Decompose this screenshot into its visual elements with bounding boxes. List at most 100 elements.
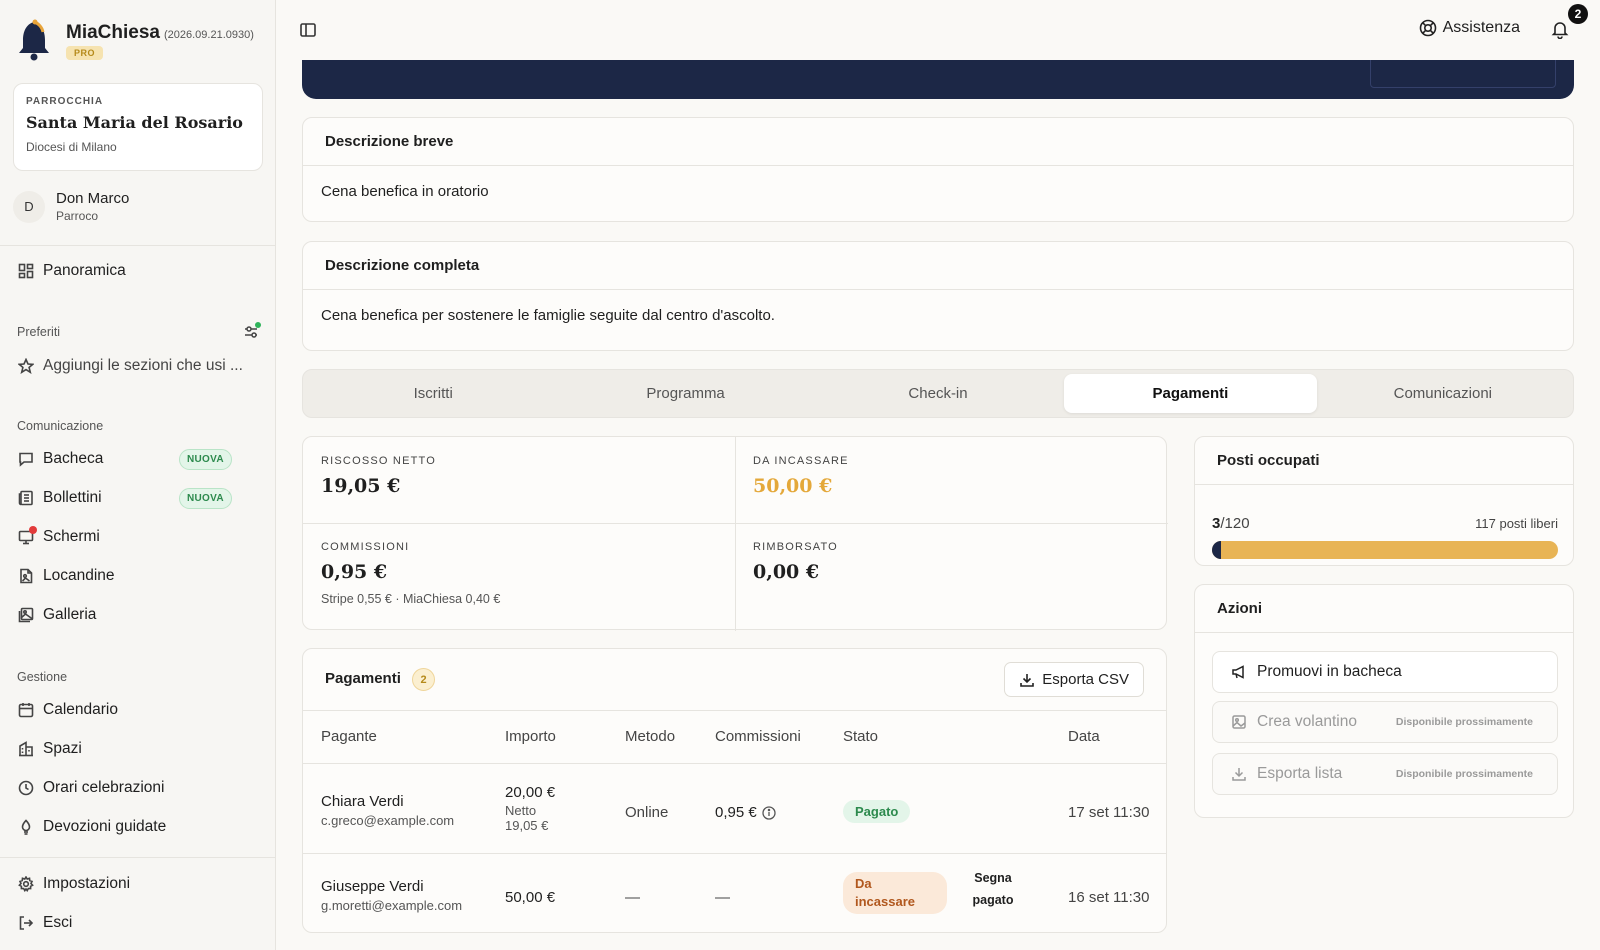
nav-esci-label: Esci <box>43 914 73 931</box>
info-icon[interactable] <box>762 805 776 820</box>
payer-cell: Giuseppe Verdi g.moretti@example.com <box>321 878 462 913</box>
seats-title: Posti occupati <box>1195 437 1573 485</box>
net-label: Netto <box>505 803 537 818</box>
payments-count-badge: 2 <box>412 668 435 691</box>
amount-cell: 20,00 € Netto 19,05 € <box>505 784 555 833</box>
export-csv-button[interactable]: Esporta CSV <box>1004 662 1144 697</box>
nav-orari-celebrazioni[interactable]: Orari celebrazioni <box>17 779 164 797</box>
user-role: Parroco <box>56 209 99 223</box>
stat-net-label: RISCOSSO NETTO <box>321 455 436 467</box>
bell-logo-icon <box>19 19 49 61</box>
nav-impostazioni[interactable]: Impostazioni <box>17 875 130 893</box>
fee-value: — <box>715 889 730 906</box>
net-value: 19,05 € <box>505 818 549 833</box>
new-badge: NUOVA <box>179 449 232 470</box>
column-header-date: Data <box>1068 728 1100 745</box>
tab-check-in[interactable]: Check-in <box>812 374 1064 413</box>
payments-title: Pagamenti <box>325 670 401 687</box>
payer-email: g.moretti@example.com <box>321 898 463 913</box>
parish-card[interactable]: PARROCCHIA Santa Maria del Rosario Dioce… <box>13 83 263 171</box>
seats-progress-fill <box>1212 541 1221 559</box>
nav-impostazioni-label: Impostazioni <box>43 875 131 892</box>
date-value: 17 set 11:30 <box>1068 804 1150 821</box>
actions-card: Azioni Promuovi in bacheca Crea volantin… <box>1194 584 1574 818</box>
method-value: Online <box>625 804 669 821</box>
payment-stats: RISCOSSO NETTO 19,05 € DA INCASSARE 50,0… <box>302 436 1168 631</box>
nav-calendario[interactable]: Calendario <box>17 701 118 719</box>
nav-schermi[interactable]: Schermi <box>17 525 100 546</box>
nav-add-favorites[interactable]: Aggiungi le sezioni che usi ... <box>17 357 243 375</box>
help-label: Assistenza <box>1442 19 1520 36</box>
amount-value: 50,00 € <box>505 889 556 906</box>
nav-esci[interactable]: Esci <box>17 914 72 932</box>
seats-card: Posti occupati 3/120 117 posti liberi <box>1194 436 1574 566</box>
avatar: D <box>13 190 45 223</box>
column-header-status: Stato <box>843 728 879 745</box>
message-icon <box>17 451 34 468</box>
divider <box>303 853 1166 854</box>
payer-email: c.greco@example.com <box>321 813 455 828</box>
star-icon <box>17 358 34 375</box>
user-name: Don Marco <box>56 190 130 207</box>
create-flyer-button[interactable]: Crea volantino Disponibile prossimamente <box>1212 701 1558 743</box>
sidebar-toggle-icon[interactable] <box>299 21 317 39</box>
nav-overview[interactable]: Panoramica <box>17 262 126 280</box>
parish-name: Santa Maria del Rosario <box>26 113 243 132</box>
method-value: — <box>625 889 640 906</box>
tab-pagamenti[interactable]: Pagamenti <box>1064 374 1317 413</box>
sidebar: MiaChiesa (2026.09.21.0930) PRO PARROCCHI… <box>0 0 276 950</box>
seats-total: /120 <box>1220 515 1250 532</box>
stat-fees: COMMISSIONI 0,95 € Stripe 0,55 € · MiaCh… <box>303 523 518 624</box>
user-profile[interactable]: D Don Marco Parroco <box>13 190 129 223</box>
nav-locandine[interactable]: Locandine <box>17 567 115 585</box>
lifebuoy-icon <box>1419 19 1436 37</box>
nav-galleria-label: Galleria <box>43 606 97 623</box>
notification-count-badge: 2 <box>1568 4 1588 24</box>
amount-value: 20,00 € <box>505 784 556 801</box>
nav-add-favorites-label: Aggiungi le sezioni che usi ... <box>43 357 243 374</box>
payments-card: Pagamenti 2 Esporta CSV Pagante Importo … <box>302 648 1167 933</box>
building-icon <box>17 741 34 758</box>
short-description-card: Descrizione breve Cena benefica in orato… <box>302 117 1574 222</box>
payer-cell: Chiara Verdi c.greco@example.com <box>321 793 454 828</box>
customize-favorites-icon[interactable] <box>243 322 261 340</box>
brand[interactable]: MiaChiesa (2026.09.21.0930) PRO <box>16 18 254 62</box>
promote-label: Promuovi in bacheca <box>1257 663 1402 680</box>
payments-header: Pagamenti 2 Esporta CSV <box>303 649 1166 711</box>
nav-spazi[interactable]: Spazi <box>17 740 82 758</box>
divider <box>0 245 276 246</box>
actions-title: Azioni <box>1195 585 1573 633</box>
nav-bollettini[interactable]: Bollettini <box>17 489 102 507</box>
date-value: 16 set 11:30 <box>1068 889 1150 906</box>
tab-iscritti[interactable]: Iscritti <box>307 374 559 413</box>
stat-fees-value: 0,95 € <box>321 561 388 583</box>
grid-icon <box>17 263 34 280</box>
nav-devozioni-guidate[interactable]: Devozioni guidate <box>17 818 166 836</box>
divider <box>0 857 276 858</box>
communication-label: Comunicazione <box>17 419 104 433</box>
column-header-method: Metodo <box>625 728 676 745</box>
divider <box>303 763 1166 764</box>
notifications-bell-icon[interactable] <box>1550 19 1570 40</box>
parish-label: PARROCCHIA <box>26 96 104 107</box>
seats-progress-bar <box>1212 541 1558 559</box>
export-list-label: Esporta lista <box>1257 765 1343 782</box>
mark-paid-button[interactable]: Segna pagato <box>963 867 1023 911</box>
column-header-fees: Commissioni <box>715 728 801 745</box>
megaphone-icon <box>1232 665 1244 679</box>
stat-net-value: 19,05 € <box>321 475 401 497</box>
tab-programma[interactable]: Programma <box>559 374 811 413</box>
promote-button[interactable]: Promuovi in bacheca <box>1212 651 1558 693</box>
help-button[interactable]: Assistenza <box>1419 19 1520 37</box>
notification-dot <box>29 525 37 534</box>
stat-net: RISCOSSO NETTO 19,05 € <box>303 437 454 515</box>
tab-comunicazioni[interactable]: Comunicazioni <box>1317 374 1569 413</box>
nav-galleria[interactable]: Galleria <box>17 606 96 624</box>
export-list-button[interactable]: Esporta lista Disponibile prossimamente <box>1212 753 1558 795</box>
nav-bacheca[interactable]: Bacheca <box>17 450 103 468</box>
payer-name: Chiara Verdi <box>321 793 404 810</box>
nav-locandine-label: Locandine <box>43 567 115 584</box>
nav-devozioni-label: Devozioni guidate <box>43 818 167 835</box>
status-badge: Da incassare <box>843 872 947 914</box>
nav-bacheca-label: Bacheca <box>43 450 104 467</box>
